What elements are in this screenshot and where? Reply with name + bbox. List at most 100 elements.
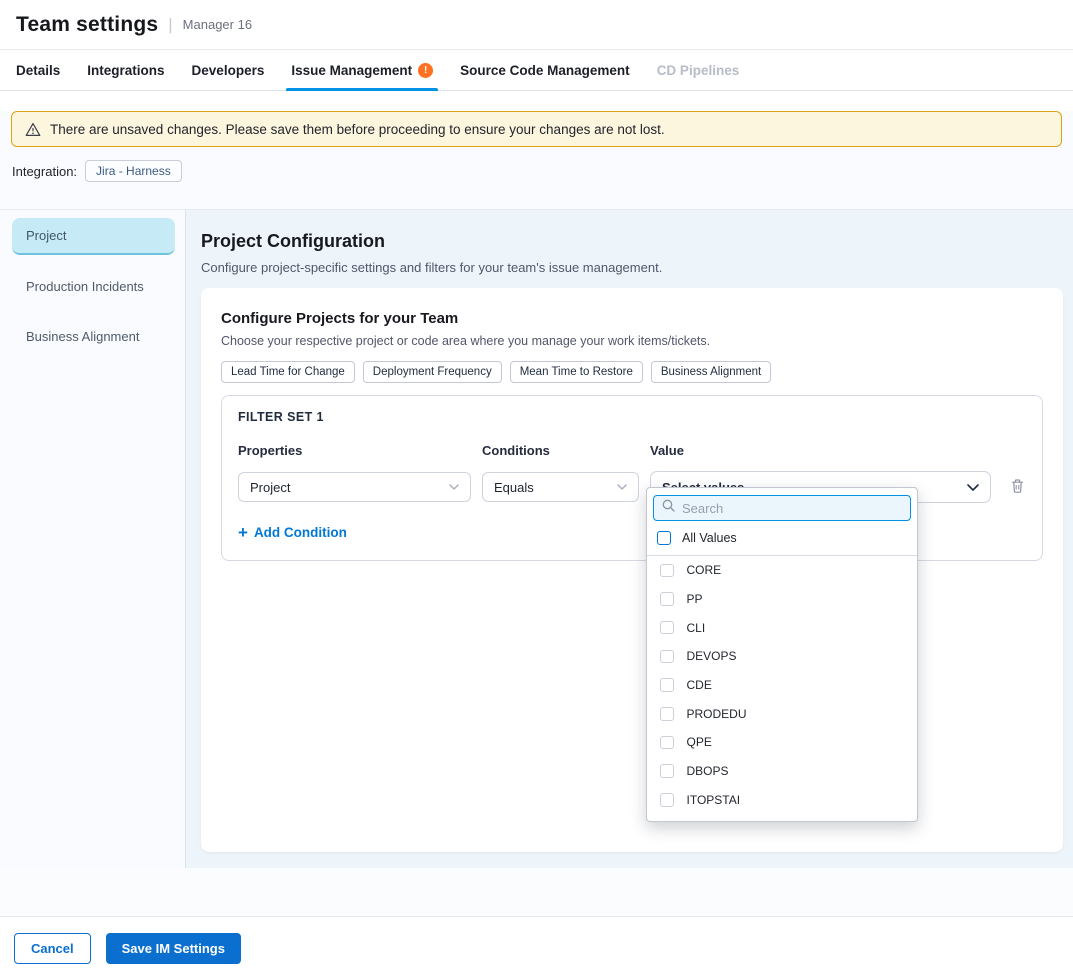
settings-tab[interactable]: Details: [16, 50, 60, 90]
dropdown-option[interactable]: DEVOPS: [647, 642, 917, 671]
card-title: Configure Projects for your Team: [221, 310, 1043, 327]
tab-label: Details: [16, 63, 60, 78]
add-condition-button[interactable]: + Add Condition: [238, 524, 347, 541]
integration-chip[interactable]: Jira - Harness: [85, 160, 182, 182]
condition-select[interactable]: Equals: [482, 472, 639, 502]
properties-column-label: Properties: [238, 443, 471, 458]
tab-label: CD Pipelines: [657, 63, 740, 78]
sidebar-item[interactable]: Production Incidents: [12, 268, 175, 305]
sidebar-item-label: Production Incidents: [26, 279, 144, 294]
property-select[interactable]: Project: [238, 472, 471, 502]
tab-label: Integrations: [87, 63, 164, 78]
main-panel: Project Configuration Configure project-…: [186, 210, 1073, 868]
chevron-down-icon: [449, 484, 459, 490]
option-checkbox[interactable]: [660, 764, 674, 778]
dropdown-option[interactable]: ITOPSTAI: [647, 786, 917, 815]
settings-tab[interactable]: Source Code Management: [460, 50, 630, 90]
option-label: ITOPSTAI: [687, 793, 741, 807]
dropdown-option[interactable]: QPE: [647, 728, 917, 757]
dropdown-option-list: CORE PP CLI DEVOPS CDE: [647, 556, 917, 822]
sub-header-strip: There are unsaved changes. Please save t…: [0, 111, 1073, 210]
option-label: QPE: [687, 735, 712, 749]
banner-message: There are unsaved changes. Please save t…: [50, 122, 665, 137]
option-label: PRODEDU: [687, 707, 747, 721]
tab-label: Issue Management: [291, 63, 412, 78]
trash-icon: [1010, 478, 1025, 497]
unsaved-changes-banner: There are unsaved changes. Please save t…: [11, 111, 1062, 147]
option-checkbox[interactable]: [660, 793, 674, 807]
unsaved-alert-badge-icon: !: [418, 63, 433, 78]
filter-set-title: FILTER SET 1: [238, 410, 1026, 424]
dropdown-option[interactable]: PRODEDU: [647, 699, 917, 728]
sidebar-item[interactable]: Business Alignment: [12, 318, 175, 355]
card-subtitle: Choose your respective project or code a…: [221, 334, 1043, 348]
settings-tab[interactable]: Issue Management !: [291, 50, 433, 90]
value-dropdown-panel: Search All Values CORE PP CLI DEVOPS: [646, 487, 918, 822]
cancel-button[interactable]: Cancel: [14, 933, 91, 964]
metric-chip: Business Alignment: [651, 361, 771, 383]
project-config-card: Configure Projects for your Team Choose …: [201, 288, 1063, 852]
dropdown-option[interactable]: PIPE: [647, 814, 917, 822]
section-subtitle: Configure project-specific settings and …: [201, 260, 1063, 275]
option-checkbox[interactable]: [660, 592, 674, 606]
option-label: PP: [687, 592, 703, 606]
option-checkbox[interactable]: [660, 707, 674, 721]
dropdown-option[interactable]: CDE: [647, 671, 917, 700]
option-checkbox[interactable]: [660, 564, 674, 578]
option-label: DBOPS: [687, 764, 729, 778]
section-title: Project Configuration: [201, 231, 1063, 252]
option-checkbox[interactable]: [660, 736, 674, 750]
settings-tab[interactable]: Developers: [192, 50, 265, 90]
page-header: Team settings | Manager 16: [0, 0, 1073, 50]
settings-tab-bar: Details Integrations Developers Issue Ma…: [0, 50, 1073, 91]
settings-sidebar: Project Production Incidents Business Al…: [0, 210, 186, 868]
dropdown-option[interactable]: CLI: [647, 613, 917, 642]
option-label: CORE: [687, 563, 722, 577]
add-condition-label: Add Condition: [254, 525, 347, 540]
option-label: CLI: [687, 621, 706, 635]
title-separator: |: [168, 15, 172, 35]
option-checkbox[interactable]: [660, 650, 674, 664]
all-values-option[interactable]: All Values: [647, 521, 917, 556]
plus-icon: +: [238, 524, 248, 541]
team-name-label: Manager 16: [183, 17, 252, 32]
filter-column-labels: Properties Conditions Value: [238, 443, 1026, 458]
condition-select-value: Equals: [494, 480, 534, 495]
footer-spacer: [0, 868, 1073, 917]
integration-row: Integration: Jira - Harness: [0, 147, 1073, 182]
integration-label: Integration:: [12, 164, 77, 179]
settings-tab[interactable]: CD Pipelines: [657, 50, 740, 90]
sidebar-item-label: Project: [26, 228, 66, 243]
tab-label: Developers: [192, 63, 265, 78]
chevron-down-icon: [617, 484, 627, 490]
delete-filter-button[interactable]: [1010, 478, 1025, 497]
metric-chip: Mean Time to Restore: [510, 361, 643, 383]
search-placeholder: Search: [682, 501, 723, 516]
value-column-label: Value: [650, 443, 991, 458]
footer-action-bar: Cancel Save IM Settings: [0, 917, 1073, 980]
option-label: CDE: [687, 678, 712, 692]
page-title: Team settings: [16, 13, 158, 37]
all-values-label: All Values: [682, 531, 737, 545]
dropdown-option[interactable]: DBOPS: [647, 757, 917, 786]
sidebar-item-label: Business Alignment: [26, 329, 139, 344]
dropdown-search-input[interactable]: Search: [653, 495, 911, 521]
metric-chip: Lead Time for Change: [221, 361, 355, 383]
sidebar-item[interactable]: Project: [12, 218, 175, 255]
all-values-checkbox[interactable]: [657, 531, 671, 545]
tab-label: Source Code Management: [460, 63, 630, 78]
search-icon: [662, 499, 675, 517]
property-select-value: Project: [250, 480, 290, 495]
conditions-column-label: Conditions: [482, 443, 639, 458]
chevron-down-icon: [967, 484, 979, 491]
metric-chip: Deployment Frequency: [363, 361, 502, 383]
option-checkbox[interactable]: [660, 621, 674, 635]
option-checkbox[interactable]: [660, 678, 674, 692]
save-im-settings-button[interactable]: Save IM Settings: [106, 933, 241, 964]
option-label: DEVOPS: [687, 649, 737, 663]
filter-set-box: FILTER SET 1 Properties Conditions Value…: [221, 395, 1043, 561]
dropdown-option[interactable]: PP: [647, 585, 917, 614]
warning-triangle-icon: [25, 122, 41, 137]
settings-tab[interactable]: Integrations: [87, 50, 164, 90]
dropdown-option[interactable]: CORE: [647, 556, 917, 585]
